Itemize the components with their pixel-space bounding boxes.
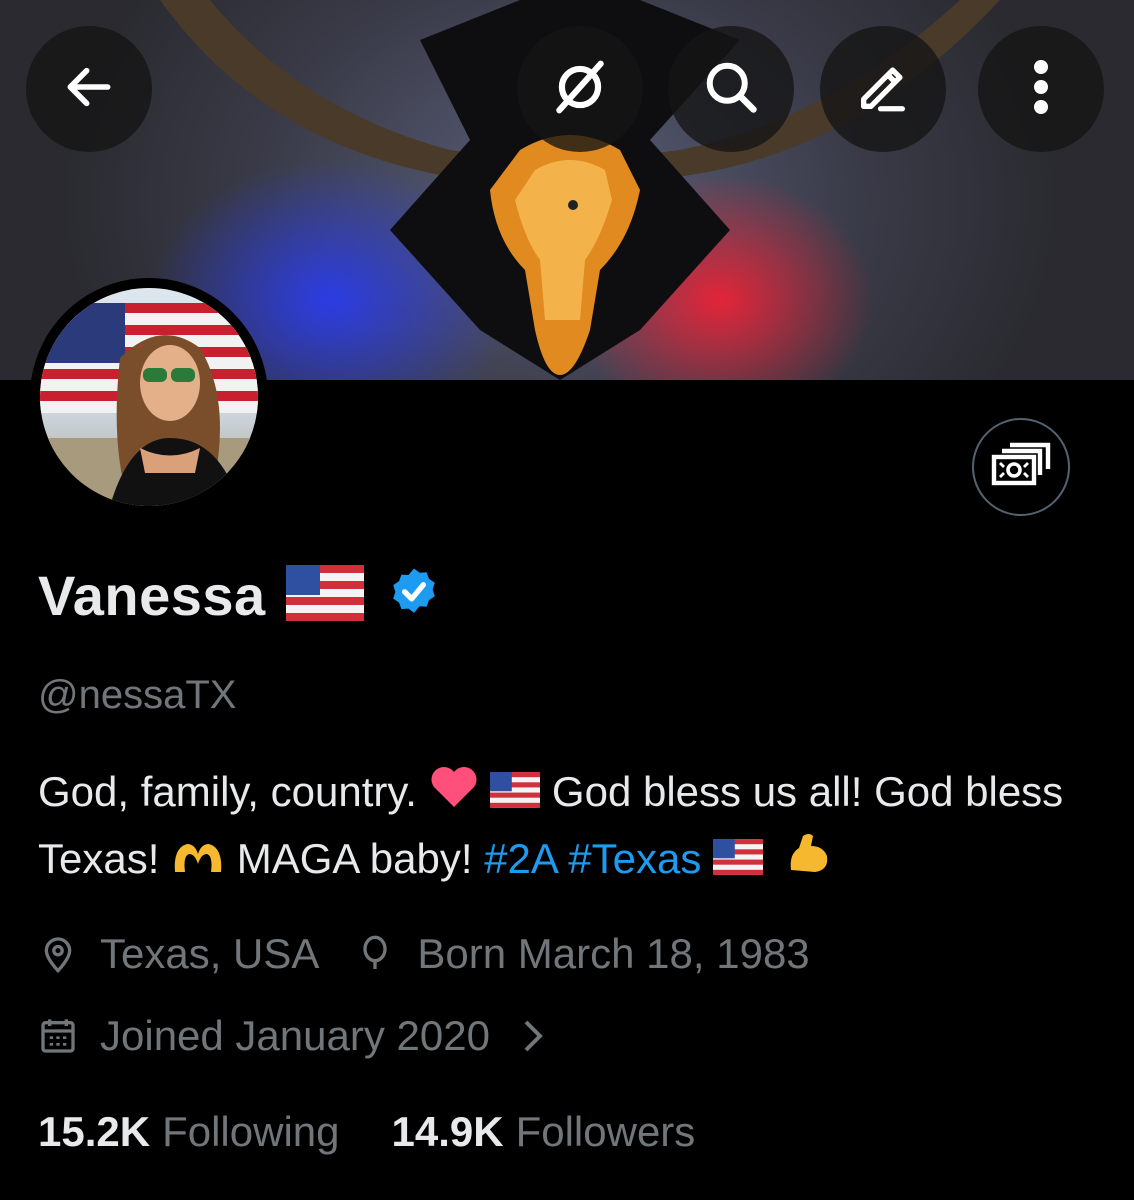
heart-hands-emoji	[171, 830, 225, 894]
grok-button[interactable]	[517, 26, 643, 152]
following-link[interactable]: 15.2K Following	[38, 1108, 340, 1156]
us-flag-emoji	[490, 763, 541, 827]
profile-stats: 15.2K Following 14.9K Followers	[38, 1108, 695, 1156]
followers-label: Followers	[515, 1108, 696, 1155]
profile-handle: @nessaTX	[38, 673, 237, 717]
avatar[interactable]	[30, 278, 268, 516]
birthday-text: Born March 18, 1983	[417, 930, 810, 977]
joined-text: Joined January 2020	[100, 1012, 490, 1059]
verified-badge-icon[interactable]	[386, 565, 442, 626]
us-flag-emoji	[713, 830, 764, 894]
tip-button[interactable]	[972, 418, 1070, 516]
profile-meta-row-2[interactable]: Joined January 2020	[38, 1012, 568, 1060]
us-flag-emoji	[285, 564, 364, 626]
more-button[interactable]	[978, 26, 1104, 152]
profile-bio: God, family, country. God bless us all! …	[38, 760, 1108, 894]
hashtag-2a-link[interactable]: #2A	[484, 835, 556, 882]
more-vertical-icon	[1031, 57, 1051, 122]
profile-meta-row-1: Texas, USA Born March 18, 1983	[38, 930, 810, 978]
following-label: Following	[162, 1108, 340, 1155]
followers-count: 14.9K	[391, 1108, 504, 1155]
following-count: 15.2K	[38, 1108, 151, 1155]
chevron-right-icon	[518, 1018, 546, 1054]
money-icon	[990, 441, 1052, 494]
followers-link[interactable]: 14.9K Followers	[392, 1108, 696, 1156]
grok-icon	[549, 56, 611, 123]
profile-name-row: Vanessa	[38, 560, 442, 630]
hashtag-texas-link[interactable]: #Texas	[568, 835, 701, 882]
flexed-biceps-emoji	[785, 830, 831, 894]
avatar-image	[40, 288, 258, 506]
back-button[interactable]	[26, 26, 152, 152]
bio-text-3: MAGA baby!	[236, 834, 473, 882]
search-button[interactable]	[668, 26, 794, 152]
location-pin-icon	[38, 934, 78, 974]
bio-text-1: God, family, country.	[38, 768, 417, 815]
heart-emoji	[429, 763, 479, 827]
search-icon	[701, 57, 761, 122]
arrow-left-icon	[61, 59, 117, 120]
display-name: Vanessa	[38, 563, 266, 627]
pencil-icon	[854, 58, 912, 121]
balloon-icon	[355, 934, 395, 974]
location-text: Texas, USA	[100, 930, 320, 977]
edit-button[interactable]	[820, 26, 946, 152]
calendar-icon	[38, 1016, 78, 1056]
